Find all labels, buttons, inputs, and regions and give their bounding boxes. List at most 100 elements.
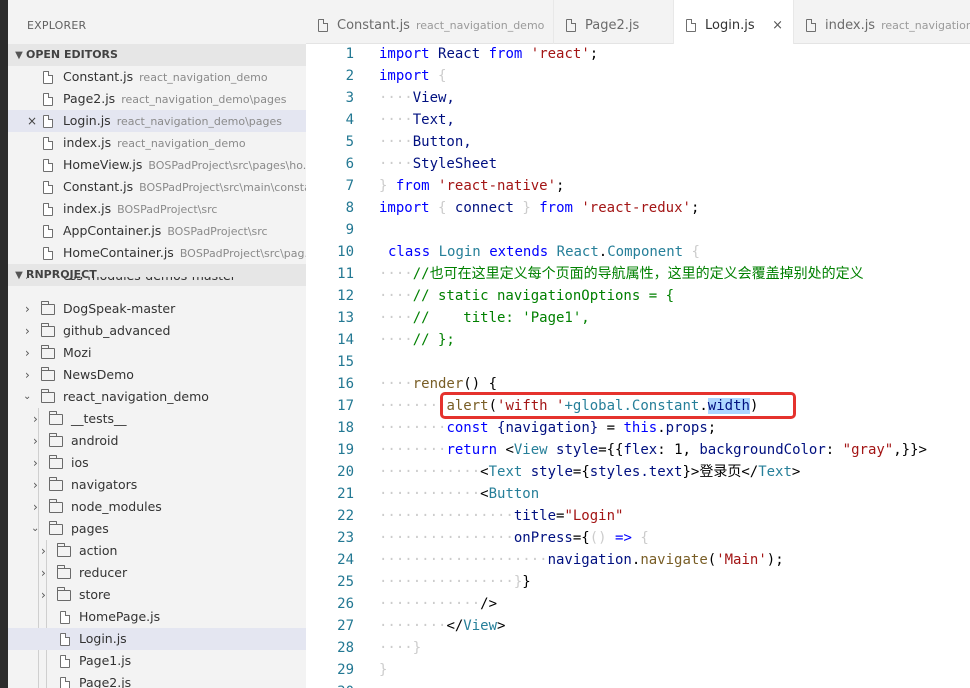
line-number: 28 (337, 640, 354, 656)
tab-page2-js[interactable]: Page2.js (554, 0, 674, 44)
open-editor-item-active[interactable]: × Login.js react_navigation_demo\pages (8, 110, 306, 132)
line-number: 10 (337, 244, 354, 260)
open-editor-item[interactable]: index.js react_navigation_demo (8, 132, 306, 154)
tree-folder[interactable]: › __tests__ (8, 408, 306, 430)
close-icon[interactable]: × (772, 0, 783, 45)
code-line-4: ····Text, (379, 112, 455, 128)
open-editor-item[interactable]: Page2.js react_navigation_demo\pages (8, 88, 306, 110)
open-editor-item[interactable]: HomeView.js BOSPadProject\src\pages\ho... (8, 154, 306, 176)
open-editor-item[interactable]: index.js BOSPadProject\src (8, 198, 306, 220)
tree-folder[interactable]: › reducer (8, 562, 306, 584)
file-icon (60, 633, 70, 646)
close-icon[interactable]: × (27, 110, 37, 132)
line-number: 5 (345, 134, 354, 150)
code-line-19: ········return <View style={{flex: 1, ba… (379, 442, 927, 458)
chevron-right-icon: › (25, 346, 30, 360)
folder-icon (49, 433, 63, 447)
file-icon (43, 159, 53, 172)
file-icon (566, 19, 576, 32)
tree-file[interactable]: Page1.js (8, 650, 306, 672)
tree-folder[interactable]: › css-modules-demos-master (8, 277, 306, 290)
chevron-right-icon: › (41, 544, 46, 558)
file-icon (60, 611, 70, 624)
tree-folder[interactable]: › NewsDemo (8, 364, 306, 386)
code-line-18: ········const {navigation} = this.props; (379, 420, 717, 436)
line-number: 19 (337, 442, 354, 458)
line-number: 1 (345, 46, 354, 62)
line-number: 29 (337, 662, 354, 678)
tree-file[interactable]: Page2.js (8, 672, 306, 688)
line-number: 11 (337, 266, 354, 282)
line-number: 6 (345, 156, 354, 172)
tab-index-js[interactable]: index.jsreact_navigation_d (794, 0, 970, 44)
file-icon (60, 677, 70, 688)
tab-login-js[interactable]: Login.js × (674, 0, 794, 45)
line-number: 8 (345, 200, 354, 216)
tree-folder[interactable]: › store (8, 584, 306, 606)
tree-file[interactable]: HomePage.js (8, 606, 306, 628)
tree-folder[interactable]: › Mozi (8, 342, 306, 364)
chevron-right-icon: › (33, 412, 38, 426)
annotation-highlight-box (440, 392, 796, 419)
tree-folder[interactable]: › node_modules (8, 496, 306, 518)
chevron-down-icon: ⌄ (23, 391, 32, 402)
line-number: 20 (337, 464, 354, 480)
editor-tabs: Constant.js react_navigation_demo Page2.j… (306, 0, 970, 45)
tree-folder-open[interactable]: ⌄ react_navigation_demo (8, 386, 306, 408)
folder-icon (49, 477, 63, 491)
line-number: 9 (345, 222, 354, 238)
open-editors-header[interactable]: ▼ OPEN EDITORS (8, 44, 306, 66)
tree-file-active[interactable]: Login.js (8, 628, 306, 650)
tab-constant-js[interactable]: Constant.js react_navigation_demo (306, 0, 554, 44)
chevron-right-icon: › (25, 324, 30, 338)
activity-bar (0, 0, 8, 688)
open-editor-item[interactable]: AppContainer.js BOSPadProject\src (8, 220, 306, 242)
line-number: 13 (337, 310, 354, 326)
code-line-1: import React from 'react'; (379, 46, 599, 62)
tree-folder[interactable]: › ios (8, 452, 306, 474)
code-line-5: ····Button, (379, 134, 472, 150)
file-icon (43, 247, 53, 260)
explorer-title: EXPLORER (27, 19, 87, 32)
file-icon (806, 19, 816, 32)
file-icon (43, 115, 53, 128)
folder-icon (57, 565, 71, 579)
code-line-28: ····} (379, 640, 422, 656)
folder-open-icon (41, 389, 55, 403)
chevron-right-icon: › (33, 500, 38, 514)
tree-folder[interactable]: › github_advanced (8, 320, 306, 342)
line-number: 23 (337, 530, 354, 546)
chevron-down-icon: ▼ (15, 50, 23, 61)
chevron-right-icon: › (33, 434, 38, 448)
folder-icon (57, 587, 71, 601)
code-line-13: ····// title: 'Page1', (379, 310, 590, 326)
open-editor-item[interactable]: Constant.js BOSPadProject\src\main\consta… (8, 176, 306, 198)
code-line-11: ····//也可在这里定义每个页面的导航属性，这里的定义会覆盖掉别处的定义 (379, 266, 864, 282)
line-number: 15 (337, 354, 354, 370)
line-number: 4 (345, 112, 354, 128)
chevron-right-icon: › (33, 478, 38, 492)
tree-folder[interactable]: › DogSpeak-master (8, 298, 306, 320)
file-icon (43, 225, 53, 238)
open-editor-item[interactable]: Constant.js react_navigation_demo (8, 66, 306, 88)
tree-folder[interactable]: › android (8, 430, 306, 452)
folder-icon (49, 411, 63, 425)
chevron-right-icon: › (33, 456, 38, 470)
code-line-27: ········</View> (379, 618, 506, 634)
file-icon (60, 655, 70, 668)
tree-folder[interactable]: › navigators (8, 474, 306, 496)
line-number: 24 (337, 552, 354, 568)
line-number: 26 (337, 596, 354, 612)
code-line-8: import { connect } from 'react-redux'; (379, 200, 700, 216)
code-line-21: ············<Button (379, 486, 540, 502)
line-number: 22 (337, 508, 354, 524)
code-editor[interactable]: 1 2 3 4 5 6 7 8 9 10 11 12 13 14 15 16 1… (306, 44, 970, 688)
chevron-right-icon: › (25, 368, 30, 382)
file-icon (43, 93, 53, 106)
folder-icon (41, 323, 55, 337)
tree-folder[interactable]: › action (8, 540, 306, 562)
open-editor-item[interactable]: HomeContainer.js BOSPadProject\src\pag... (8, 242, 306, 264)
file-icon (686, 19, 696, 32)
tree-folder-open[interactable]: ⌄ pages (8, 518, 306, 540)
folder-icon (41, 345, 55, 359)
